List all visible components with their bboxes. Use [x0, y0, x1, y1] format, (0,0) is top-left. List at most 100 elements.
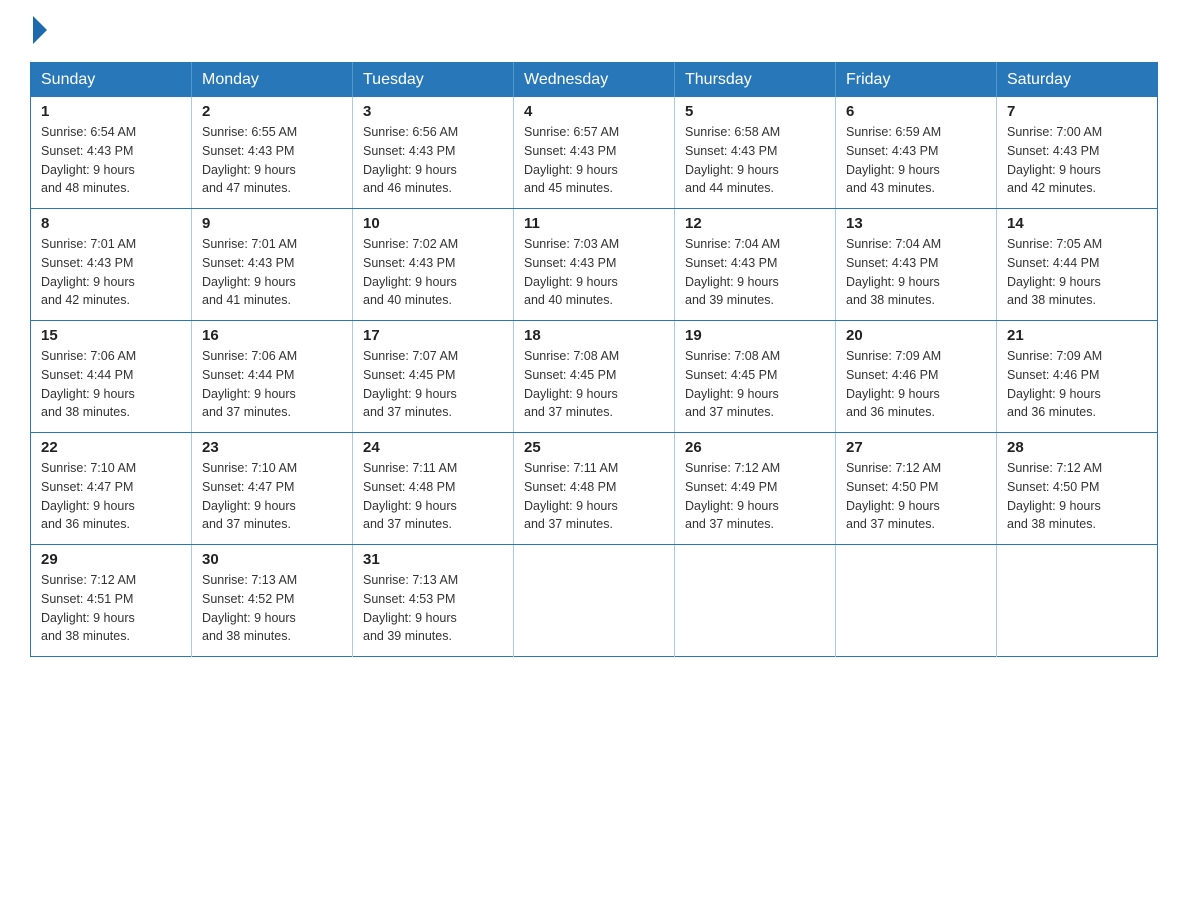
calendar-cell: 12Sunrise: 7:04 AMSunset: 4:43 PMDayligh…: [675, 209, 836, 321]
day-info: Sunrise: 7:01 AMSunset: 4:43 PMDaylight:…: [41, 235, 181, 310]
calendar-cell: 15Sunrise: 7:06 AMSunset: 4:44 PMDayligh…: [31, 321, 192, 433]
day-header-thursday: Thursday: [675, 63, 836, 98]
day-info: Sunrise: 6:54 AMSunset: 4:43 PMDaylight:…: [41, 123, 181, 198]
calendar-week-row: 8 Sunrise: 7:01 AMSunset: 4:43 PMDaylight…: [31, 209, 1158, 321]
day-header-tuesday: Tuesday: [353, 63, 514, 98]
day-number: 21: [1007, 327, 1147, 344]
day-header-wednesday: Wednesday: [514, 63, 675, 98]
day-info: Sunrise: 7:01 AMSunset: 4:43 PMDaylight:…: [202, 235, 342, 310]
day-number: 1: [41, 103, 181, 120]
day-header-friday: Friday: [836, 63, 997, 98]
calendar-cell: 8 Sunrise: 7:01 AMSunset: 4:43 PMDaylight…: [31, 209, 192, 321]
calendar-week-row: 29 Sunrise: 7:12 AMSunset: 4:51 PMDayligh…: [31, 545, 1158, 657]
page-header: [30, 20, 1158, 44]
logo: [30, 20, 47, 44]
calendar-table: SundayMondayTuesdayWednesdayThursdayFrid…: [30, 62, 1158, 657]
calendar-cell: 22 Sunrise: 7:10 AMSunset: 4:47 PMDayligh…: [31, 433, 192, 545]
day-number: 29: [41, 551, 181, 568]
day-info: Sunrise: 7:12 AMSunset: 4:50 PMDaylight:…: [846, 459, 986, 534]
logo-triangle-icon: [33, 16, 47, 44]
day-info: Sunrise: 7:05 AMSunset: 4:44 PMDaylight:…: [1007, 235, 1147, 310]
calendar-cell: 9 Sunrise: 7:01 AMSunset: 4:43 PMDaylight…: [192, 209, 353, 321]
calendar-cell: 26 Sunrise: 7:12 AMSunset: 4:49 PMDayligh…: [675, 433, 836, 545]
day-info: Sunrise: 7:08 AMSunset: 4:45 PMDaylight:…: [685, 347, 825, 422]
day-number: 4: [524, 103, 664, 120]
calendar-cell: [675, 545, 836, 657]
day-header-sunday: Sunday: [31, 63, 192, 98]
calendar-cell: 18 Sunrise: 7:08 AMSunset: 4:45 PMDayligh…: [514, 321, 675, 433]
day-number: 26: [685, 439, 825, 456]
day-info: Sunrise: 6:57 AMSunset: 4:43 PMDaylight:…: [524, 123, 664, 198]
calendar-week-row: 15Sunrise: 7:06 AMSunset: 4:44 PMDayligh…: [31, 321, 1158, 433]
day-number: 18: [524, 327, 664, 344]
calendar-cell: 1 Sunrise: 6:54 AMSunset: 4:43 PMDaylight…: [31, 97, 192, 209]
calendar-cell: 28 Sunrise: 7:12 AMSunset: 4:50 PMDayligh…: [997, 433, 1158, 545]
calendar-cell: 27 Sunrise: 7:12 AMSunset: 4:50 PMDayligh…: [836, 433, 997, 545]
calendar-cell: 19 Sunrise: 7:08 AMSunset: 4:45 PMDayligh…: [675, 321, 836, 433]
day-info: Sunrise: 7:00 AMSunset: 4:43 PMDaylight:…: [1007, 123, 1147, 198]
calendar-cell: [514, 545, 675, 657]
calendar-cell: [836, 545, 997, 657]
day-number: 25: [524, 439, 664, 456]
calendar-cell: 21 Sunrise: 7:09 AMSunset: 4:46 PMDayligh…: [997, 321, 1158, 433]
day-header-monday: Monday: [192, 63, 353, 98]
day-info: Sunrise: 6:55 AMSunset: 4:43 PMDaylight:…: [202, 123, 342, 198]
day-number: 8: [41, 215, 181, 232]
calendar-cell: 29 Sunrise: 7:12 AMSunset: 4:51 PMDayligh…: [31, 545, 192, 657]
calendar-cell: 20Sunrise: 7:09 AMSunset: 4:46 PMDayligh…: [836, 321, 997, 433]
day-info: Sunrise: 7:13 AMSunset: 4:53 PMDaylight:…: [363, 571, 503, 646]
day-number: 19: [685, 327, 825, 344]
day-number: 14: [1007, 215, 1147, 232]
day-info: Sunrise: 7:10 AMSunset: 4:47 PMDaylight:…: [202, 459, 342, 534]
day-info: Sunrise: 7:13 AMSunset: 4:52 PMDaylight:…: [202, 571, 342, 646]
day-info: Sunrise: 7:06 AMSunset: 4:44 PMDaylight:…: [202, 347, 342, 422]
calendar-cell: 30Sunrise: 7:13 AMSunset: 4:52 PMDayligh…: [192, 545, 353, 657]
day-number: 27: [846, 439, 986, 456]
day-info: Sunrise: 7:11 AMSunset: 4:48 PMDaylight:…: [524, 459, 664, 534]
day-number: 3: [363, 103, 503, 120]
calendar-cell: 7Sunrise: 7:00 AMSunset: 4:43 PMDaylight…: [997, 97, 1158, 209]
day-info: Sunrise: 6:56 AMSunset: 4:43 PMDaylight:…: [363, 123, 503, 198]
day-info: Sunrise: 7:04 AMSunset: 4:43 PMDaylight:…: [685, 235, 825, 310]
day-info: Sunrise: 7:03 AMSunset: 4:43 PMDaylight:…: [524, 235, 664, 310]
day-info: Sunrise: 7:12 AMSunset: 4:51 PMDaylight:…: [41, 571, 181, 646]
calendar-cell: 25 Sunrise: 7:11 AMSunset: 4:48 PMDayligh…: [514, 433, 675, 545]
calendar-cell: 17Sunrise: 7:07 AMSunset: 4:45 PMDayligh…: [353, 321, 514, 433]
day-info: Sunrise: 7:08 AMSunset: 4:45 PMDaylight:…: [524, 347, 664, 422]
day-info: Sunrise: 7:09 AMSunset: 4:46 PMDaylight:…: [1007, 347, 1147, 422]
day-info: Sunrise: 7:12 AMSunset: 4:50 PMDaylight:…: [1007, 459, 1147, 534]
calendar-cell: 24Sunrise: 7:11 AMSunset: 4:48 PMDayligh…: [353, 433, 514, 545]
calendar-cell: 4 Sunrise: 6:57 AMSunset: 4:43 PMDaylight…: [514, 97, 675, 209]
day-number: 22: [41, 439, 181, 456]
day-number: 23: [202, 439, 342, 456]
day-info: Sunrise: 7:04 AMSunset: 4:43 PMDaylight:…: [846, 235, 986, 310]
day-number: 16: [202, 327, 342, 344]
day-number: 2: [202, 103, 342, 120]
calendar-cell: 5 Sunrise: 6:58 AMSunset: 4:43 PMDaylight…: [675, 97, 836, 209]
day-info: Sunrise: 7:10 AMSunset: 4:47 PMDaylight:…: [41, 459, 181, 534]
calendar-cell: 3 Sunrise: 6:56 AMSunset: 4:43 PMDaylight…: [353, 97, 514, 209]
calendar-cell: 11Sunrise: 7:03 AMSunset: 4:43 PMDayligh…: [514, 209, 675, 321]
day-number: 9: [202, 215, 342, 232]
calendar-cell: 14 Sunrise: 7:05 AMSunset: 4:44 PMDayligh…: [997, 209, 1158, 321]
day-info: Sunrise: 7:09 AMSunset: 4:46 PMDaylight:…: [846, 347, 986, 422]
calendar-cell: 2 Sunrise: 6:55 AMSunset: 4:43 PMDaylight…: [192, 97, 353, 209]
calendar-week-row: 22 Sunrise: 7:10 AMSunset: 4:47 PMDayligh…: [31, 433, 1158, 545]
calendar-cell: 16 Sunrise: 7:06 AMSunset: 4:44 PMDayligh…: [192, 321, 353, 433]
calendar-cell: 6Sunrise: 6:59 AMSunset: 4:43 PMDaylight…: [836, 97, 997, 209]
calendar-cell: 10Sunrise: 7:02 AMSunset: 4:43 PMDayligh…: [353, 209, 514, 321]
calendar-cell: [997, 545, 1158, 657]
calendar-cell: 13 Sunrise: 7:04 AMSunset: 4:43 PMDayligh…: [836, 209, 997, 321]
day-info: Sunrise: 7:06 AMSunset: 4:44 PMDaylight:…: [41, 347, 181, 422]
day-info: Sunrise: 6:58 AMSunset: 4:43 PMDaylight:…: [685, 123, 825, 198]
calendar-header-row: SundayMondayTuesdayWednesdayThursdayFrid…: [31, 63, 1158, 98]
day-number: 28: [1007, 439, 1147, 456]
day-number: 5: [685, 103, 825, 120]
day-info: Sunrise: 7:12 AMSunset: 4:49 PMDaylight:…: [685, 459, 825, 534]
day-info: Sunrise: 6:59 AMSunset: 4:43 PMDaylight:…: [846, 123, 986, 198]
day-number: 13: [846, 215, 986, 232]
day-number: 10: [363, 215, 503, 232]
day-number: 31: [363, 551, 503, 568]
calendar-cell: 31 Sunrise: 7:13 AMSunset: 4:53 PMDayligh…: [353, 545, 514, 657]
day-header-saturday: Saturday: [997, 63, 1158, 98]
